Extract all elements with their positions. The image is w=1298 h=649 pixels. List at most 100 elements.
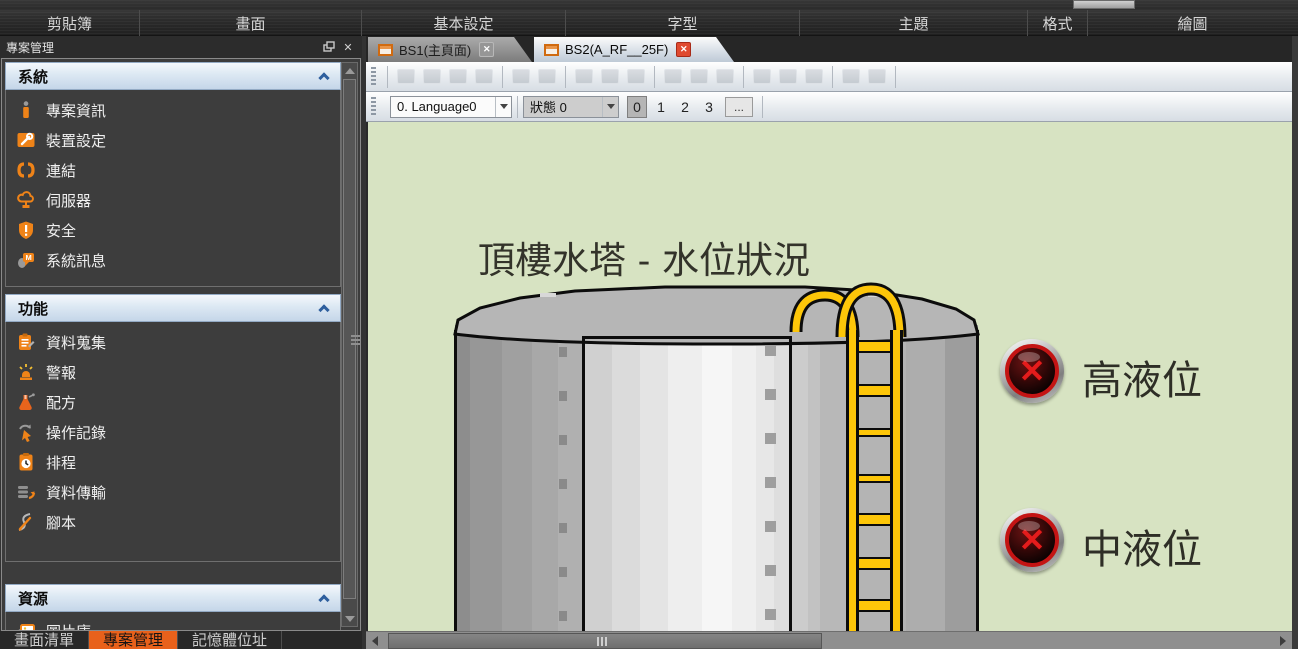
sidebar-item-alarm[interactable]: 警報 bbox=[6, 357, 340, 387]
state-select-value: 狀態 0 bbox=[524, 97, 602, 116]
state-select[interactable]: 狀態 0 bbox=[523, 96, 619, 118]
state-button-1[interactable]: 1 bbox=[651, 96, 671, 118]
document-tab-bs2[interactable]: BS2(A_RF__25F) ✕ bbox=[534, 37, 734, 62]
panel-bottom-tabs: 畫面清單 專案管理 記憶體位址 bbox=[0, 631, 362, 649]
sidebar-item-data-transfer[interactable]: 資料傳輸 bbox=[6, 477, 340, 507]
float-window-icon[interactable] bbox=[321, 40, 337, 55]
section-header-function[interactable]: 功能 bbox=[5, 294, 341, 322]
toolbar-drag-handle[interactable] bbox=[371, 97, 376, 117]
item-label: 腳本 bbox=[46, 512, 76, 533]
ribbon-tab-format[interactable]: 格式 bbox=[1028, 10, 1088, 36]
canvas-horizontal-scrollbar[interactable] bbox=[366, 631, 1292, 649]
horizontal-scrollbar-thumb[interactable] bbox=[388, 633, 822, 649]
ribbon-tab-theme[interactable]: 主題 bbox=[800, 10, 1028, 36]
sidebar-item-system-message[interactable]: M 系統訊息 bbox=[6, 245, 340, 275]
panel-body: 系統 專案資訊 裝置設定 連結 bbox=[1, 58, 361, 631]
chevron-down-icon[interactable] bbox=[602, 97, 618, 117]
chevron-up-icon bbox=[318, 72, 329, 83]
scroll-left-arrow[interactable] bbox=[368, 634, 382, 648]
sidebar-item-recipe[interactable]: 配方 bbox=[6, 387, 340, 417]
ribbon-cutoff-control[interactable] bbox=[1073, 0, 1135, 9]
sidebar-item-operation-log[interactable]: 操作記錄 bbox=[6, 417, 340, 447]
disabled-cut-icon bbox=[449, 69, 467, 84]
section-header-resources[interactable]: 資源 bbox=[5, 584, 341, 612]
ribbon-bar: 剪貼簿 畫面 基本設定 字型 主題 格式 繪圖 bbox=[0, 0, 1298, 36]
chevron-up-icon bbox=[318, 594, 329, 605]
state-button-2[interactable]: 2 bbox=[675, 96, 695, 118]
sidebar-item-link[interactable]: 連結 bbox=[6, 155, 340, 185]
sidebar-scrollbar[interactable] bbox=[341, 62, 358, 627]
document-tab-bs1[interactable]: BS1(主頁面) ✕ bbox=[368, 37, 532, 62]
sidebar-item-data-sampling[interactable]: 資料蒐集 bbox=[6, 327, 340, 357]
alarm-icon bbox=[14, 361, 38, 383]
indicator-lamp-mid-level[interactable]: ✕ bbox=[1000, 508, 1064, 572]
disabled-same-height-icon bbox=[779, 69, 797, 84]
disabled-align-bottom-icon bbox=[716, 69, 734, 84]
tab-screen-list[interactable]: 畫面清單 bbox=[0, 631, 89, 649]
sidebar-item-picture-library[interactable]: 圖片庫 bbox=[6, 616, 340, 631]
tab-project-manager[interactable]: 專案管理 bbox=[89, 631, 178, 649]
disabled-align-right-icon bbox=[627, 69, 645, 84]
scroll-up-arrow[interactable] bbox=[342, 63, 357, 78]
tab-close-icon[interactable]: ✕ bbox=[479, 42, 494, 57]
tab-memory-address[interactable]: 記憶體位址 bbox=[178, 631, 282, 649]
sidebar-item-project-info[interactable]: 專案資訊 bbox=[6, 95, 340, 125]
panel-title: 專案管理 bbox=[6, 39, 54, 56]
label-high-level[interactable]: 高液位 bbox=[1082, 348, 1202, 406]
label-mid-level[interactable]: 中液位 bbox=[1082, 517, 1202, 575]
toolbar-drag-handle[interactable] bbox=[371, 67, 376, 87]
tab-close-icon[interactable]: ✕ bbox=[676, 42, 691, 57]
ribbon-tab-clipboard[interactable]: 剪貼簿 bbox=[0, 10, 140, 36]
item-label: 專案資訊 bbox=[46, 100, 106, 121]
water-tank-graphic[interactable] bbox=[440, 280, 990, 631]
disabled-group-icon bbox=[512, 69, 530, 84]
ribbon-tab-drawing[interactable]: 繪圖 bbox=[1088, 10, 1297, 36]
sidebar-item-security[interactable]: 安全 bbox=[6, 215, 340, 245]
x-state-icon: ✕ bbox=[1019, 524, 1046, 556]
state-button-3[interactable]: 3 bbox=[699, 96, 719, 118]
item-label: 資料傳輸 bbox=[46, 482, 106, 503]
ribbon-tab-basic-settings[interactable]: 基本設定 bbox=[362, 10, 566, 36]
disabled-rotate-right-icon bbox=[868, 69, 886, 84]
sidebar-item-script[interactable]: 腳本 bbox=[6, 507, 340, 537]
sidebar-item-device-settings[interactable]: 裝置設定 bbox=[6, 125, 340, 155]
disabled-same-size-icon bbox=[805, 69, 823, 84]
document-tabbar: BS1(主頁面) ✕ BS2(A_RF__25F) ✕ bbox=[366, 36, 1292, 62]
scroll-right-arrow[interactable] bbox=[1276, 634, 1290, 648]
close-icon[interactable]: ✕ bbox=[340, 40, 356, 55]
disabled-align-left-icon bbox=[575, 69, 593, 84]
state-button-0[interactable]: 0 bbox=[627, 96, 647, 118]
ribbon-tab-screen[interactable]: 畫面 bbox=[140, 10, 362, 36]
disabled-redo-icon bbox=[423, 69, 441, 84]
ribbon-tab-font[interactable]: 字型 bbox=[566, 10, 800, 36]
picture-library-icon bbox=[14, 620, 38, 631]
section-header-system[interactable]: 系統 bbox=[5, 62, 341, 90]
project-manager-panel: 專案管理 ✕ 系統 專案資訊 裝置設定 bbox=[0, 36, 362, 649]
thumb-grip bbox=[597, 637, 609, 646]
canvas-title-text[interactable]: 頂樓水塔 - 水位狀況 bbox=[478, 230, 810, 284]
scroll-down-arrow[interactable] bbox=[342, 611, 357, 626]
screen-editor-canvas[interactable]: 頂樓水塔 - 水位狀況 bbox=[368, 122, 1292, 631]
script-icon bbox=[14, 511, 38, 533]
section-label: 功能 bbox=[18, 298, 48, 319]
screen-window-icon bbox=[378, 44, 393, 56]
sidebar-scrollbar-thumb[interactable] bbox=[343, 79, 356, 599]
item-label: 安全 bbox=[46, 220, 76, 241]
security-icon bbox=[14, 219, 38, 241]
sidebar-item-schedule[interactable]: 排程 bbox=[6, 447, 340, 477]
language-select[interactable]: 0. Language0 bbox=[390, 96, 512, 118]
section-box-system: 專案資訊 裝置設定 連結 伺服器 bbox=[5, 90, 341, 287]
indicator-lamp-high-level[interactable]: ✕ bbox=[1000, 339, 1064, 403]
item-label: 系統訊息 bbox=[46, 250, 106, 271]
item-label: 警報 bbox=[46, 362, 76, 383]
edit-toolbar bbox=[366, 62, 1292, 92]
lamp-lens: ✕ bbox=[1005, 344, 1059, 398]
ribbon-tab-row: 剪貼簿 畫面 基本設定 字型 主題 格式 繪圖 bbox=[0, 10, 1298, 36]
main-area: BS1(主頁面) ✕ BS2(A_RF__25F) ✕ bbox=[366, 36, 1292, 649]
item-label: 操作記錄 bbox=[46, 422, 106, 443]
sidebar-item-server[interactable]: 伺服器 bbox=[6, 185, 340, 215]
disabled-same-width-icon bbox=[753, 69, 771, 84]
device-settings-icon bbox=[14, 129, 38, 151]
state-more-button[interactable]: ... bbox=[725, 97, 753, 117]
chevron-down-icon[interactable] bbox=[495, 97, 511, 117]
